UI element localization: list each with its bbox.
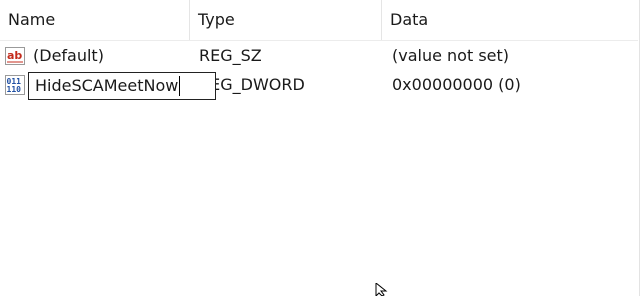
string-value-icon: ab (5, 47, 25, 65)
value-type: REG_SZ (199, 46, 262, 65)
registry-values-pane: Name Type Data ab (Default) REG_SZ (valu… (0, 0, 640, 296)
column-header-data[interactable]: Data (382, 0, 638, 40)
list-header: Name Type Data (0, 0, 638, 41)
mouse-pointer-icon (375, 283, 388, 296)
svg-text:110: 110 (7, 85, 22, 94)
value-data: (value not set) (392, 46, 510, 65)
text-caret (179, 75, 181, 96)
value-type: REG_DWORD (216, 75, 305, 94)
list-item[interactable]: ab (Default) REG_SZ (value not set) (0, 42, 638, 70)
rename-input[interactable]: HideSCAMeetNow (28, 72, 216, 100)
column-header-type[interactable]: Type (190, 0, 380, 40)
value-data: 0x00000000 (0) (392, 75, 521, 94)
dword-value-icon: 011 110 (5, 75, 25, 95)
rename-input-text: HideSCAMeetNow (35, 76, 179, 95)
column-header-name[interactable]: Name (0, 0, 189, 40)
value-name: (Default) (33, 46, 104, 65)
svg-text:ab: ab (7, 49, 22, 62)
